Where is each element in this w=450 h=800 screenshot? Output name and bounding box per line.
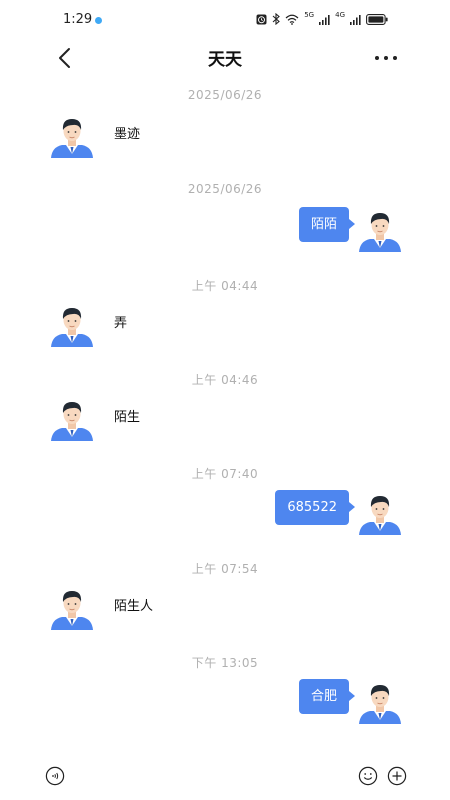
avatar[interactable] — [359, 680, 401, 724]
outgoing-message-bubble[interactable]: 陌陌 — [298, 207, 356, 242]
status-time: 1:29 — [63, 12, 93, 27]
avatar[interactable] — [359, 491, 401, 535]
status-icons: 5G 4G — [256, 11, 388, 27]
emoji-icon[interactable] — [358, 766, 378, 786]
more-dots-icon[interactable] — [374, 53, 398, 63]
voice-input-icon[interactable] — [45, 766, 65, 786]
plus-icon[interactable] — [387, 766, 407, 786]
avatar[interactable] — [51, 303, 93, 347]
signal-bars-icon — [350, 14, 361, 25]
chat-header: 天天 — [0, 36, 450, 80]
outgoing-message-bubble[interactable]: 685522 — [275, 490, 355, 525]
status-bar: 1:29 5G 4G — [0, 0, 450, 36]
wifi-icon — [285, 14, 299, 25]
alarm-icon — [256, 14, 267, 24]
chat-screen: 1:29 5G 4G 天天 2025/06/26 墨迹 2025/06/26 陌… — [0, 0, 450, 800]
avatar[interactable] — [51, 586, 93, 630]
message-timestamp: 2025/06/26 — [187, 182, 263, 196]
avatar[interactable] — [51, 114, 93, 158]
incoming-message-text[interactable]: 陌生人 — [114, 595, 153, 614]
battery-icon — [366, 13, 388, 25]
avatar[interactable] — [51, 397, 93, 441]
incoming-message-text[interactable]: 墨迹 — [114, 123, 140, 142]
message-timestamp: 2025/06/26 — [187, 88, 263, 102]
avatar[interactable] — [359, 208, 401, 252]
input-toolbar — [0, 748, 450, 800]
message-timestamp: 上午 07:40 — [191, 467, 259, 481]
message-timestamp: 上午 04:46 — [191, 373, 259, 387]
signal1-label: 5G — [304, 11, 315, 19]
incoming-message-text[interactable]: 陌生 — [114, 406, 140, 425]
signal-bars-icon — [319, 14, 330, 25]
outgoing-message-bubble[interactable]: 合肥 — [298, 679, 356, 714]
bluetooth-icon — [272, 13, 281, 25]
notification-dot-icon — [95, 17, 102, 24]
message-list[interactable]: 2025/06/26 墨迹 2025/06/26 陌陌 上午 04:44 弄 上… — [0, 80, 450, 748]
message-timestamp: 下午 13:05 — [191, 656, 259, 670]
signal2-label: 4G — [335, 11, 345, 19]
message-timestamp: 上午 07:54 — [191, 562, 259, 576]
incoming-message-text[interactable]: 弄 — [114, 312, 127, 331]
message-timestamp: 上午 04:44 — [191, 279, 259, 293]
